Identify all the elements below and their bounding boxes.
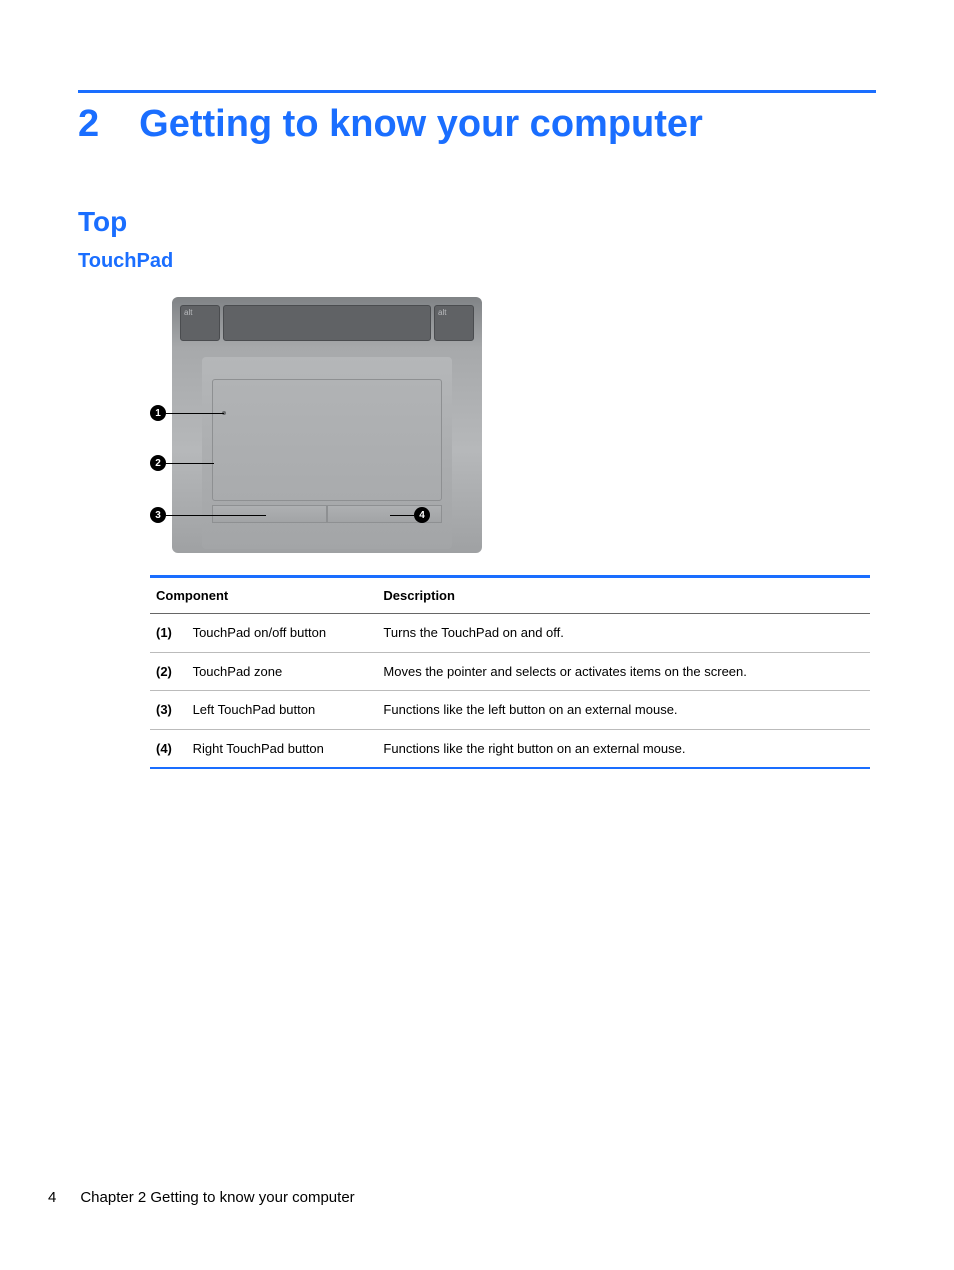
table-row: (1) TouchPad on/off button Turns the Tou… <box>150 614 870 653</box>
header-description: Description <box>377 577 870 614</box>
chapter-heading: 2 Getting to know your computer <box>78 103 876 146</box>
table-row: (4) Right TouchPad button Functions like… <box>150 729 870 768</box>
row-desc: Turns the TouchPad on and off. <box>377 614 870 653</box>
row-desc: Functions like the left button on an ext… <box>377 691 870 730</box>
key-alt-right: alt <box>434 305 474 341</box>
callout-3-icon: 3 <box>150 507 166 523</box>
section-heading-touchpad: TouchPad <box>78 250 876 273</box>
table-row: (3) Left TouchPad button Functions like … <box>150 691 870 730</box>
row-id: (4) <box>150 729 187 768</box>
page-number: 4 <box>48 1189 56 1206</box>
row-id: (1) <box>150 614 187 653</box>
callout-leader-4 <box>390 515 414 516</box>
touchpad-diagram: alt alt 1 2 3 4 <box>150 297 876 557</box>
row-name: Left TouchPad button <box>187 691 378 730</box>
row-name: TouchPad zone <box>187 652 378 691</box>
callout-2-icon: 2 <box>150 455 166 471</box>
touchpad-left-button-illustration <box>212 505 327 523</box>
key-spacebar <box>223 305 431 341</box>
callout-4-icon: 4 <box>414 507 430 523</box>
callout-1-icon: 1 <box>150 405 166 421</box>
section-heading-top: Top <box>78 206 876 238</box>
components-table: Component Description (1) TouchPad on/of… <box>150 575 870 769</box>
key-alt-left: alt <box>180 305 220 341</box>
keyboard-row-illustration: alt alt <box>180 305 474 341</box>
row-desc: Moves the pointer and selects or activat… <box>377 652 870 691</box>
heading-rule <box>78 90 876 93</box>
touchpad-buttons-illustration <box>212 505 442 523</box>
chapter-number: 2 <box>78 103 99 146</box>
page-footer: 4 Chapter 2 Getting to know your compute… <box>48 1189 355 1206</box>
header-component: Component <box>150 577 377 614</box>
table-header-row: Component Description <box>150 577 870 614</box>
touchpad-zone-illustration <box>212 379 442 501</box>
row-name: TouchPad on/off button <box>187 614 378 653</box>
row-name: Right TouchPad button <box>187 729 378 768</box>
chapter-title: Getting to know your computer <box>139 103 703 146</box>
callout-leader-2 <box>166 463 214 464</box>
row-id: (2) <box>150 652 187 691</box>
row-id: (3) <box>150 691 187 730</box>
callout-leader-3 <box>166 515 266 516</box>
table-row: (2) TouchPad zone Moves the pointer and … <box>150 652 870 691</box>
callout-leader-1 <box>166 413 224 414</box>
row-desc: Functions like the right button on an ex… <box>377 729 870 768</box>
footer-chapter-text: Chapter 2 Getting to know your computer <box>80 1189 354 1206</box>
